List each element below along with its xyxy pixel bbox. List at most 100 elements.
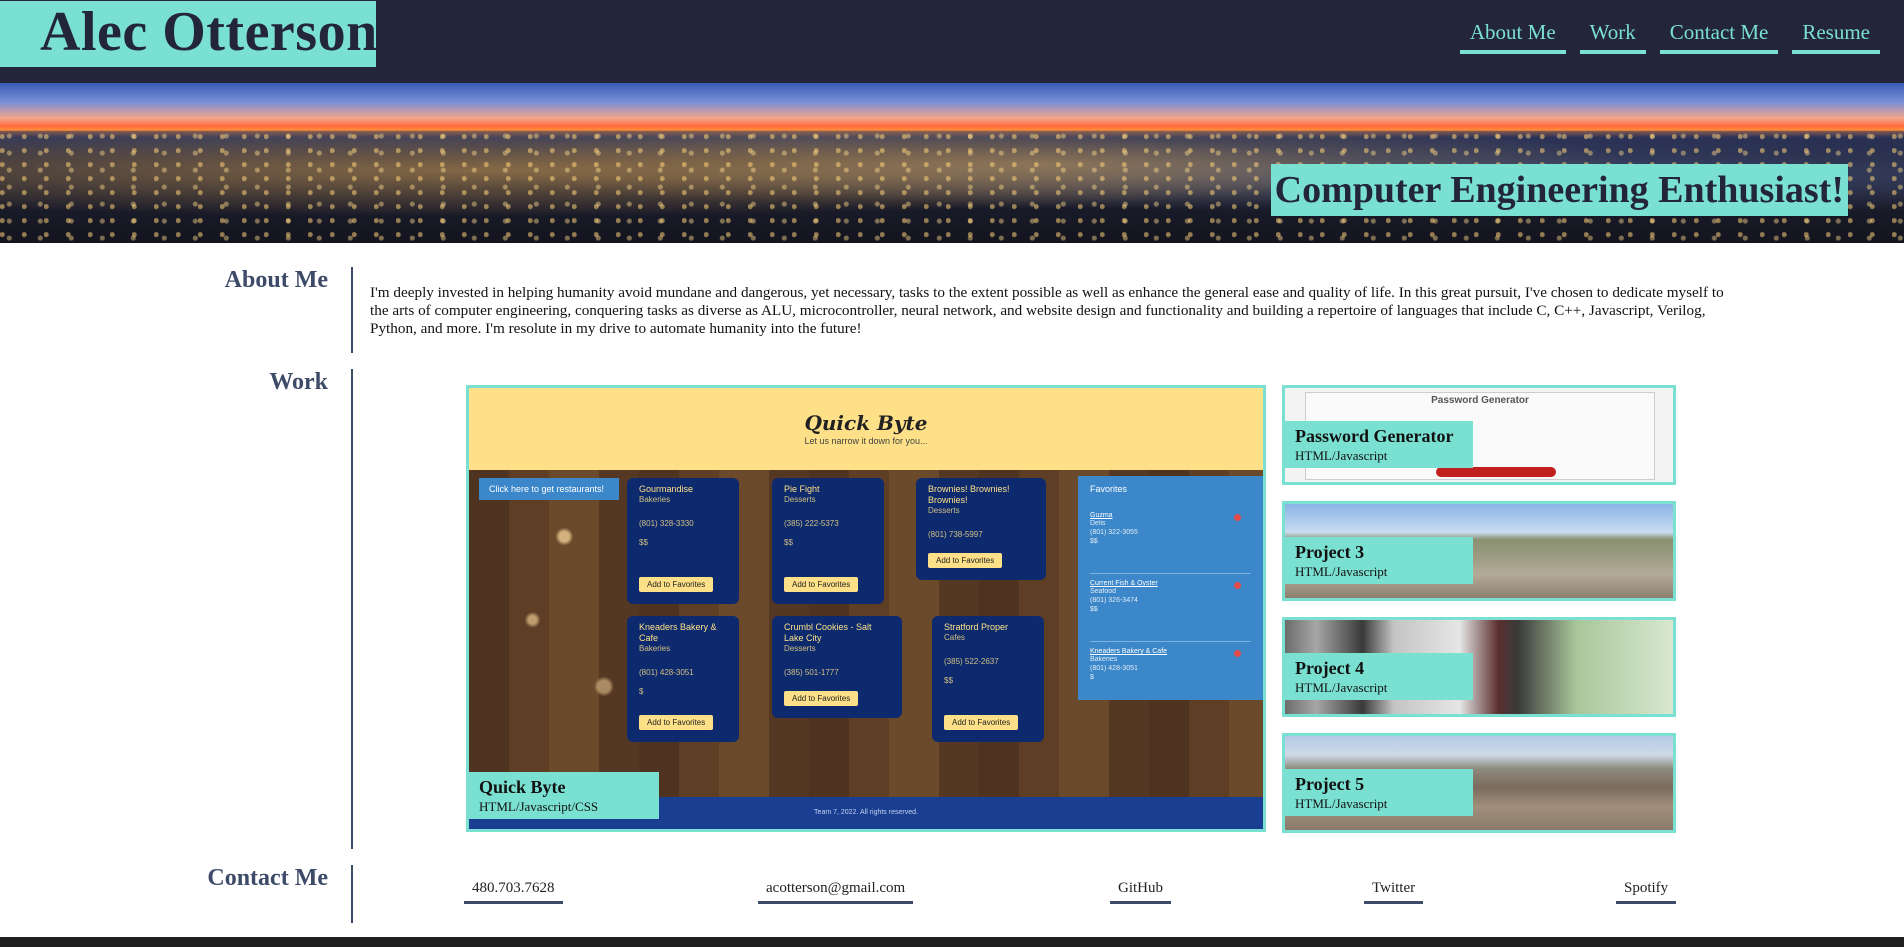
nav-contact-me[interactable]: Contact Me (1659, 18, 1779, 54)
project-tech: HTML/Javascript (1295, 564, 1388, 579)
qb-card: Crumbl Cookies - Salt Lake City Desserts… (772, 616, 902, 718)
qb-add-favorite-button: Add to Favorites (944, 715, 1019, 730)
qb-add-favorite-button: Add to Favorites (784, 691, 859, 706)
project-3[interactable]: Project 3 HTML/Javascript (1282, 501, 1676, 601)
qb-favorite-name: Guzma (1090, 512, 1113, 519)
qb-favorite-phone: (801) 326-3474 (1090, 597, 1138, 604)
qb-add-favorite-button: Add to Favorites (784, 577, 859, 592)
qb-card-name: Brownies! Brownies! Brownies! (928, 484, 1010, 505)
project-title: Project 5 (1295, 774, 1365, 794)
qb-card: Kneaders Bakery & Cafe Bakeries (801) 42… (627, 616, 739, 742)
hero-tagline-box: Computer Engineering Enthusiast! (1270, 164, 1848, 216)
qb-card-price: $$ (784, 538, 793, 547)
work-divider (351, 369, 353, 849)
project-tech: HTML/Javascript (1295, 448, 1388, 463)
qb-card: Gourmandise Bakeries (801) 328-3330 $$ A… (627, 478, 739, 604)
contact-spotify-link[interactable]: Spotify (1616, 878, 1677, 904)
qb-card-name: Kneaders Bakery & Cafe (639, 622, 717, 643)
remove-favorite-icon (1234, 650, 1241, 657)
qb-favorite-category: Seafood (1090, 588, 1117, 595)
project-title: Project 4 (1295, 658, 1365, 678)
site-header: Alec Otterson About Me Work Contact Me R… (0, 0, 1904, 83)
project-tech: HTML/Javascript (1295, 680, 1388, 695)
qb-card-category: Desserts (928, 506, 960, 515)
qb-add-favorite-button: Add to Favorites (639, 577, 714, 592)
hero-banner: Computer Engineering Enthusiast! (0, 83, 1904, 243)
contact-twitter-link[interactable]: Twitter (1364, 878, 1424, 904)
qb-header: Quick Byte Let us narrow it down for you… (469, 388, 1263, 470)
qb-card-category: Cafes (944, 633, 965, 642)
qb-card-phone: (385) 501-1777 (784, 668, 839, 677)
qb-card: Brownies! Brownies! Brownies! Desserts (… (916, 478, 1046, 580)
qb-add-favorite-button: Add to Favorites (928, 553, 1003, 568)
main-nav: About Me Work Contact Me Resume (1459, 18, 1880, 54)
nav-about-me[interactable]: About Me (1459, 18, 1566, 54)
remove-favorite-icon (1234, 582, 1241, 589)
qb-card-category: Desserts (784, 644, 816, 653)
qb-favorite-item: Guzma Delis (801) 322-3055 $$ (1090, 506, 1251, 574)
remove-favorite-icon (1234, 514, 1241, 521)
qb-favorite-phone: (801) 428-3051 (1090, 665, 1138, 672)
qb-favorite-price: $$ (1090, 538, 1098, 545)
qb-card-phone: (801) 738-5997 (928, 530, 983, 539)
qb-favorite-price: $ (1090, 674, 1094, 681)
qb-card-price: $$ (639, 538, 648, 547)
project-title: Quick Byte (479, 777, 566, 797)
qb-card-category: Desserts (784, 495, 816, 504)
about-divider (351, 267, 353, 353)
qb-favorite-phone: (801) 322-3055 (1090, 529, 1138, 536)
qb-favorite-name: Current Fish & Oyster (1090, 580, 1158, 587)
qb-body: Click here to get restaurants! Gourmandi… (469, 470, 1263, 803)
qb-card-phone: (385) 222-5373 (784, 519, 839, 528)
qb-card-name: Stratford Proper (944, 622, 1009, 632)
project-quick-byte[interactable]: Quick Byte Let us narrow it down for you… (466, 385, 1266, 832)
qb-add-favorite-button: Add to Favorites (639, 715, 714, 730)
nav-work[interactable]: Work (1579, 18, 1646, 54)
qb-card-phone: (801) 328-3330 (639, 519, 694, 528)
qb-favorite-item: Kneaders Bakery & Cafe Bakeries (801) 42… (1090, 642, 1251, 710)
qb-card-category: Bakeries (639, 495, 671, 504)
os-taskbar (0, 937, 1904, 947)
qb-card-price: $$ (944, 676, 953, 685)
qb-logo: Quick Byte (804, 411, 928, 435)
about-heading: About Me (224, 267, 328, 293)
nav-resume[interactable]: Resume (1792, 18, 1880, 54)
site-name: Alec Otterson (40, 1, 378, 63)
qb-card-phone: (801) 428-3051 (639, 668, 694, 677)
project-tech: HTML/Javascript (1295, 796, 1388, 811)
qb-favorites-title: Favorites (1090, 484, 1128, 494)
project-label: Project 3 HTML/Javascript (1285, 537, 1473, 584)
qb-card: Pie Fight Desserts (385) 222-5373 $$ Add… (772, 478, 884, 604)
qb-card: Stratford Proper Cafes (385) 522-2637 $$… (932, 616, 1044, 742)
contact-github-link[interactable]: GitHub (1110, 878, 1171, 904)
qb-card-phone: (385) 522-2637 (944, 657, 999, 666)
qb-card-name: Gourmandise (639, 484, 694, 494)
contact-phone-link[interactable]: 480.703.7628 (464, 878, 563, 904)
project-label: Quick Byte HTML/Javascript/CSS (469, 772, 659, 819)
qb-card-category: Bakeries (639, 644, 671, 653)
generate-button-image (1436, 467, 1556, 477)
qb-card-name: Pie Fight (784, 484, 820, 494)
hero-tagline: Computer Engineering Enthusiast! (1274, 169, 1844, 211)
project-title: Password Generator (1295, 426, 1454, 446)
work-heading: Work (269, 369, 328, 395)
project-4[interactable]: Project 4 HTML/Javascript (1282, 617, 1676, 717)
project-password-generator[interactable]: Password Generator Password Generator HT… (1282, 385, 1676, 485)
qb-card-price: $ (639, 687, 644, 696)
qb-favorite-item: Current Fish & Oyster Seafood (801) 326-… (1090, 574, 1251, 642)
qb-favorites-panel: Favorites Guzma Delis (801) 322-3055 $$ … (1078, 476, 1263, 700)
qb-favorite-category: Delis (1090, 520, 1106, 527)
qb-favorite-category: Bakeries (1090, 656, 1118, 663)
project-label: Project 5 HTML/Javascript (1285, 769, 1473, 816)
about-text: I'm deeply invested in helping humanity … (370, 284, 1724, 337)
project-label: Password Generator HTML/Javascript (1285, 421, 1473, 468)
qb-get-restaurants-button: Click here to get restaurants! (479, 478, 619, 500)
contact-email-link[interactable]: acotterson@gmail.com (758, 878, 914, 904)
qb-favorite-name: Kneaders Bakery & Cafe (1090, 648, 1168, 655)
qb-favorite-price: $$ (1090, 606, 1098, 613)
contact-divider (351, 865, 353, 923)
project-5[interactable]: Project 5 HTML/Javascript (1282, 733, 1676, 833)
contact-heading: Contact Me (207, 865, 328, 891)
project-tech: HTML/Javascript/CSS (479, 799, 599, 814)
project-title: Project 3 (1295, 542, 1365, 562)
